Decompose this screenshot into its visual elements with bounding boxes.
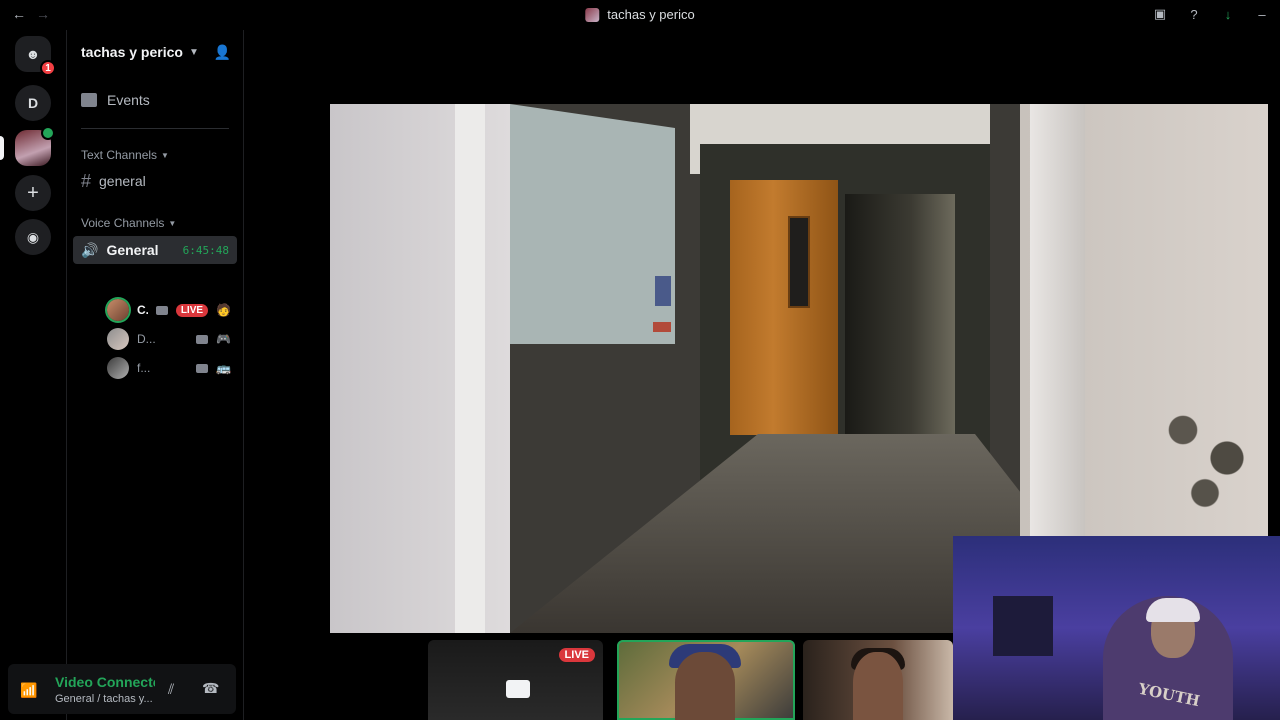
voice-status: Video Connected (55, 674, 155, 690)
video-stage: LIVE YOUTH (245, 30, 1280, 720)
add-server-button[interactable]: + (15, 175, 51, 211)
participant-tile[interactable] (803, 640, 953, 720)
participant-tile-stream[interactable]: LIVE (428, 640, 603, 720)
camera-icon (155, 305, 168, 315)
participant-tile-speaking[interactable] (617, 640, 795, 720)
scene-door-window (788, 216, 810, 308)
events-label: Events (107, 92, 150, 108)
scene-peeling-paint (1150, 374, 1260, 514)
minimize-icon[interactable]: – (1254, 6, 1270, 22)
camera-icon (196, 334, 209, 344)
category-label: Voice Channels (81, 216, 165, 230)
category-label: Text Channels (81, 148, 158, 162)
voice-user[interactable]: D... 🎮 (107, 326, 231, 352)
channel-sidebar: tachas y perico ▼ 👤 Events Text Channels… (67, 30, 244, 720)
noise-suppression-icon[interactable]: ⫽ (168, 681, 174, 698)
scene-door-frame (455, 104, 485, 633)
category-text-channels[interactable]: Text Channels ▼ (81, 148, 169, 162)
title-actions: ▣ ? ↓ – (1152, 6, 1270, 22)
participant-video (675, 652, 735, 720)
discord-logo-icon: ☻ (25, 46, 41, 62)
sidebar-divider (81, 128, 229, 129)
chevron-down-icon: ▼ (168, 218, 177, 228)
calendar-icon (81, 93, 97, 107)
voice-user[interactable]: f... 🚌 (107, 355, 231, 381)
channel-label: General (106, 242, 159, 258)
disconnect-icon[interactable]: ☎ (202, 680, 219, 697)
webcam-furniture (993, 596, 1053, 656)
voice-location[interactable]: General / tachas y... (55, 693, 160, 705)
title-bar: ← → tachas y perico ▣ ? ↓ – (0, 0, 1280, 30)
window-title: tachas y perico (585, 7, 695, 22)
live-badge: LIVE (558, 648, 595, 662)
chevron-down-icon: ▼ (161, 150, 169, 160)
voice-timer: 6:45:48 (182, 243, 229, 257)
participant-video (853, 652, 903, 720)
channel-label: general (99, 173, 146, 189)
speaker-icon: 🔊 (81, 241, 99, 258)
server-d-button[interactable]: D (15, 85, 51, 121)
voice-user-name: C. (137, 303, 148, 317)
webcam-overlay: YOUTH (953, 536, 1280, 720)
chevron-down-icon: ▼ (188, 46, 199, 58)
explore-icon[interactable]: ◉ (15, 219, 51, 255)
download-icon[interactable]: ↓ (1220, 6, 1236, 22)
hashtag-icon: # (81, 170, 92, 191)
back-arrow-icon[interactable]: ← (12, 6, 26, 22)
server-tachas-button[interactable] (15, 126, 55, 166)
nav-arrows: ← → (12, 6, 50, 22)
voice-user-name: D... (137, 332, 156, 346)
inbox-icon[interactable]: ▣ (1152, 6, 1168, 22)
signal-icon[interactable]: 📶 (20, 682, 37, 699)
server-rail: ☻ 1 D + ◉ (0, 30, 66, 720)
discord-home-button[interactable]: ☻ 1 (15, 36, 56, 76)
channel-general-voice[interactable]: 🔊 General 6:45:48 (73, 236, 237, 264)
category-voice-channels[interactable]: Voice Channels ▼ (81, 216, 176, 230)
invite-people-icon[interactable]: 👤 (214, 44, 231, 61)
help-icon[interactable]: ? (1186, 6, 1202, 22)
server-name: tachas y perico (81, 44, 183, 60)
window-title-text: tachas y perico (607, 7, 695, 22)
server-thumbnail-icon (585, 7, 600, 22)
avatar (107, 328, 129, 350)
live-badge: LIVE (175, 303, 209, 317)
activity-icon: 🧑 (216, 303, 231, 317)
scene-sign (655, 276, 671, 306)
avatar (107, 299, 129, 321)
scene-hallway (845, 194, 955, 444)
webcam-person-cap (1146, 598, 1200, 622)
events-item[interactable]: Events (81, 92, 150, 108)
gamepad-icon: 🎮 (216, 332, 231, 346)
selected-server-pill (0, 136, 4, 160)
voice-connected-panel: 📶 Video Connected General / tachas y... … (8, 664, 236, 714)
scene-door (730, 180, 838, 435)
screen-share-icon (506, 680, 530, 698)
voice-activity-icon (41, 126, 55, 140)
scene-sign (653, 322, 671, 332)
server-header[interactable]: tachas y perico ▼ (81, 44, 199, 60)
activity-icon: 🚌 (216, 361, 231, 375)
avatar (107, 357, 129, 379)
forward-arrow-icon[interactable]: → (36, 6, 50, 22)
voice-user-name: f... (137, 361, 151, 375)
voice-user[interactable]: C. LIVE 🧑 (107, 297, 231, 323)
camera-icon (196, 363, 209, 373)
notification-badge: 1 (40, 60, 56, 76)
channel-general-text[interactable]: # general (73, 168, 237, 194)
